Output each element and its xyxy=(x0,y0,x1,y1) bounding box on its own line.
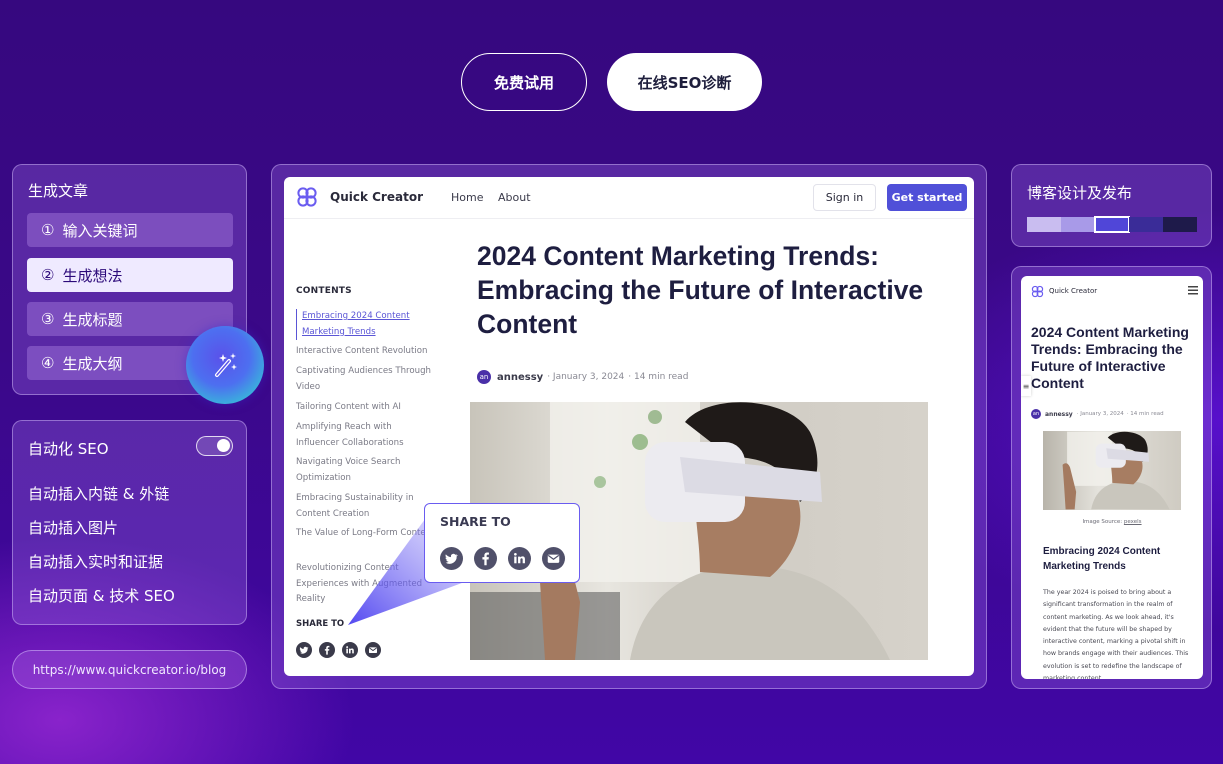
hamburger-menu-icon[interactable] xyxy=(1188,286,1198,295)
caption-source-link[interactable]: pexels xyxy=(1124,519,1142,525)
auto-seo-toggle[interactable] xyxy=(196,436,233,456)
share-popup: SHARE TO xyxy=(424,503,580,583)
panel-title: 生成文章 xyxy=(28,182,89,200)
mobile-blog-preview: Quick Creator 2024 Content Marketing Tre… xyxy=(1021,276,1203,679)
article-meta: an annessy · January 3, 2024 · 14 min re… xyxy=(1031,409,1164,419)
step-input-keywords[interactable]: ① 输入关键词 xyxy=(27,213,233,247)
toc-item[interactable]: Tailoring Content with AI xyxy=(296,400,436,416)
share-title: SHARE TO xyxy=(296,619,345,629)
panel-title: 博客设计及发布 xyxy=(1027,184,1133,202)
get-started-button[interactable]: Get started xyxy=(887,184,967,211)
email-icon[interactable] xyxy=(542,547,565,570)
article-title: 2024 Content Marketing Trends: Embracing… xyxy=(477,241,924,339)
quick-creator-logo-icon xyxy=(297,187,317,207)
linkedin-icon[interactable] xyxy=(508,547,531,570)
blog-navbar: Quick Creator Home About Sign in Get sta… xyxy=(284,177,974,219)
step-label: 生成大纲 xyxy=(62,354,123,373)
toc-title: CONTENTS xyxy=(296,286,352,296)
sign-in-button[interactable]: Sign in xyxy=(813,184,876,211)
seo-feature-item: 自动页面 & 技术 SEO xyxy=(28,587,175,605)
nav-link-about[interactable]: About xyxy=(498,191,531,204)
publish-date: · January 3, 2024 xyxy=(547,372,625,382)
blog-design-panel: 博客设计及发布 xyxy=(1011,164,1212,247)
magic-wand-icon xyxy=(215,353,237,377)
share-popup-title: SHARE TO xyxy=(440,514,511,529)
vr-photo-illustration xyxy=(1062,431,1170,510)
color-swatch[interactable] xyxy=(1163,217,1197,232)
toc-item[interactable]: Embracing Sustainability in Content Crea… xyxy=(296,491,436,522)
read-time: · 14 min read xyxy=(628,372,689,382)
publish-date: · January 3, 2024 xyxy=(1076,411,1124,417)
twitter-icon[interactable] xyxy=(296,642,312,658)
toc-item[interactable]: Revolutionizing Content Experiences with… xyxy=(296,561,436,608)
toc-item[interactable]: Amplifying Reach with Influencer Collabo… xyxy=(296,420,436,451)
caption-prefix: Image Source: xyxy=(1082,519,1124,525)
toc-item[interactable]: Navigating Voice Search Optimization xyxy=(296,455,436,486)
twitter-icon[interactable] xyxy=(440,547,463,570)
image-caption: Image Source: pexels xyxy=(1021,519,1203,525)
quick-creator-logo-icon xyxy=(1031,285,1044,298)
color-swatch[interactable] xyxy=(1061,217,1095,232)
step-number: ② xyxy=(41,266,55,284)
step-number: ③ xyxy=(41,310,55,328)
seo-feature-item: 自动插入图片 xyxy=(28,519,119,537)
color-swatch[interactable] xyxy=(1129,217,1163,232)
facebook-icon[interactable] xyxy=(319,642,335,658)
panel-title: 自动化 SEO xyxy=(28,440,109,458)
toc-item[interactable]: Embracing 2024 Content Marketing Trends xyxy=(296,309,436,340)
step-number: ① xyxy=(41,221,55,239)
step-label: 输入关键词 xyxy=(62,221,138,240)
toc-toggle-icon[interactable]: ≡ xyxy=(1021,376,1031,396)
magic-wand-button[interactable] xyxy=(186,326,264,404)
article-title: 2024 Content Marketing Trends: Embracing… xyxy=(1031,324,1189,391)
facebook-icon[interactable] xyxy=(474,547,497,570)
step-label: 生成标题 xyxy=(62,310,123,329)
hero-image-vr-headset xyxy=(1043,431,1181,510)
toc-item[interactable]: Captivating Audiences Through Video xyxy=(296,364,436,395)
share-icons-row xyxy=(296,642,381,658)
toc-item[interactable]: Interactive Content Revolution xyxy=(296,344,436,360)
section-heading: Embracing 2024 Content Marketing Trends xyxy=(1043,546,1161,572)
desktop-blog-preview: Quick Creator Home About Sign in Get sta… xyxy=(284,177,974,676)
author-name[interactable]: annessy xyxy=(497,372,543,383)
step-generate-ideas[interactable]: ② 生成想法 xyxy=(27,258,233,292)
seo-feature-item: 自动插入内链 & 外链 xyxy=(28,485,170,503)
seo-feature-item: 自动插入实时和证据 xyxy=(28,553,164,571)
free-trial-button[interactable]: 免费试用 xyxy=(461,53,587,111)
toc-item[interactable]: The Value of Long-Form Content xyxy=(296,526,436,542)
step-number: ④ xyxy=(41,354,55,372)
color-swatch[interactable] xyxy=(1094,216,1130,233)
article-meta: an annessy · January 3, 2024 · 14 min re… xyxy=(477,370,688,384)
email-icon[interactable] xyxy=(365,642,381,658)
author-avatar: an xyxy=(1031,409,1041,419)
theme-color-swatches xyxy=(1027,216,1197,233)
brand-name: Quick Creator xyxy=(330,190,423,204)
read-time: · 14 min read xyxy=(1126,411,1164,417)
blog-url-link[interactable]: https://www.quickcreator.io/blog xyxy=(12,650,247,689)
share-popup-icons xyxy=(440,547,565,570)
brand-name: Quick Creator xyxy=(1049,287,1098,295)
toggle-knob xyxy=(217,439,230,452)
section-body-text: The year 2024 is poised to bring about a… xyxy=(1043,589,1189,679)
auto-seo-panel: 自动化 SEO 自动插入内链 & 外链 自动插入图片 自动插入实时和证据 自动页… xyxy=(12,420,247,625)
step-label: 生成想法 xyxy=(62,266,123,285)
linkedin-icon[interactable] xyxy=(342,642,358,658)
author-name[interactable]: annessy xyxy=(1045,411,1073,418)
seo-check-button[interactable]: 在线SEO诊断 xyxy=(607,53,762,111)
step-generate-title[interactable]: ③ 生成标题 xyxy=(27,302,233,336)
nav-link-home[interactable]: Home xyxy=(451,191,483,204)
color-swatch[interactable] xyxy=(1027,217,1061,232)
author-avatar: an xyxy=(477,370,491,384)
